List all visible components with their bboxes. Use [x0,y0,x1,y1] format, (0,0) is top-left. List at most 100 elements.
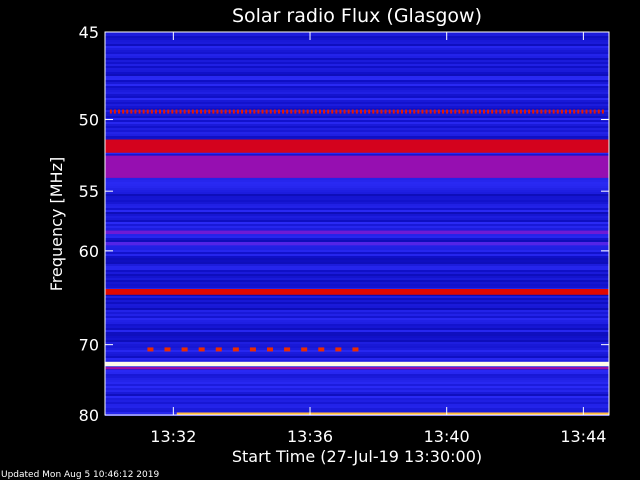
spectrogram-row [105,314,609,316]
x-tick-label: 13:32 [150,427,196,446]
spectrogram-row [105,246,609,248]
spectrogram-row [105,182,609,184]
spectrogram-row [105,324,609,326]
interference-dot [388,109,391,114]
interference-dot [466,109,469,114]
spectrogram-row [105,406,609,408]
spectrogram-row [105,356,609,358]
spectrogram-row [105,306,609,308]
spectrogram-row [105,94,609,96]
interference-dot [364,109,367,114]
interference-dot [335,347,342,352]
spectrogram-row [105,270,609,272]
interference-dot [384,109,387,114]
interference-dot [290,109,293,114]
y-tick-label: 70 [79,336,99,355]
interference-dot [601,109,604,114]
spectrogram-row [105,310,609,312]
interference-dot [433,109,436,114]
interference-dot [164,347,171,352]
interference-dot [380,109,383,114]
spectrogram-row [105,374,609,376]
spectrogram-row [105,400,609,402]
spectrogram-row [105,52,609,54]
spectrogram-row [105,46,609,48]
spectrogram-row [105,90,609,92]
interference-dot [335,109,338,114]
spectrogram-row [105,308,609,310]
emission-band [105,241,609,246]
interference-dot [249,347,256,352]
spectrogram-row [105,76,609,78]
interference-dot [544,109,547,114]
interference-dot [126,109,129,114]
interference-dot [523,109,526,114]
interference-dot [314,109,317,114]
spectrogram-row [105,316,609,318]
spectrogram-row [105,226,609,228]
interference-dot [487,109,490,114]
interference-dot [462,109,465,114]
spectrogram-row [105,224,609,226]
interference-dot [282,109,285,114]
interference-dot [454,109,457,114]
spectrogram-row [105,48,609,50]
spectrogram-row [105,276,609,278]
interference-dot [301,347,308,352]
interference-dot [392,109,395,114]
spectrogram-row [105,286,609,288]
interference-dot [425,109,428,114]
spectrogram-row [105,396,609,398]
spectrogram-row [105,266,609,268]
spectrogram-row [105,114,609,116]
spectrogram-row [105,78,609,80]
interference-dot [376,109,379,114]
spectrogram-row [105,358,609,360]
interference-dot [515,109,518,114]
interference-dot [355,109,358,114]
interference-dot [245,109,248,114]
interference-dot [187,109,190,114]
plot-area [104,31,610,416]
interference-dot [220,109,223,114]
spectrogram-row [105,192,609,194]
interference-dot [478,109,481,114]
spectrogram-row [105,74,609,76]
interference-dot [417,109,420,114]
interference-dot [138,109,141,114]
interference-dot [446,109,449,114]
spectrogram-row [105,58,609,60]
spectrogram-row [105,198,609,200]
interference-dot [195,109,198,114]
emission-band [105,155,609,178]
spectrogram-row [105,66,609,68]
emission-band [105,367,609,370]
interference-dot [503,109,506,114]
interference-dot [198,347,205,352]
y-tick-label: 80 [79,406,99,425]
spectrogram-row [105,102,609,104]
interference-dot [118,109,121,114]
interference-dot [142,109,145,114]
spectrogram-row [105,82,609,84]
interference-dot [191,109,194,114]
spectrogram-row [105,260,609,262]
spectrogram-row [105,208,609,210]
spectrogram-row [105,320,609,322]
interference-dot [146,109,149,114]
emission-band [105,361,609,367]
interference-dot [109,109,112,114]
interference-dot [318,109,321,114]
spectrogram-row [105,262,609,264]
spectrogram-row [105,252,609,254]
spectrogram-row [105,206,609,208]
y-tick-label: 50 [79,111,99,130]
spectrogram-row [105,258,609,260]
spectrogram-row [105,100,609,102]
spectrogram-row [105,254,609,256]
spectrogram-row [105,186,609,188]
x-axis-label: Start Time (27-Jul-19 13:30:00) [232,447,482,466]
spectrogram-row [105,340,609,342]
spectrogram-lines [105,32,609,416]
spectrogram-row [105,222,609,224]
